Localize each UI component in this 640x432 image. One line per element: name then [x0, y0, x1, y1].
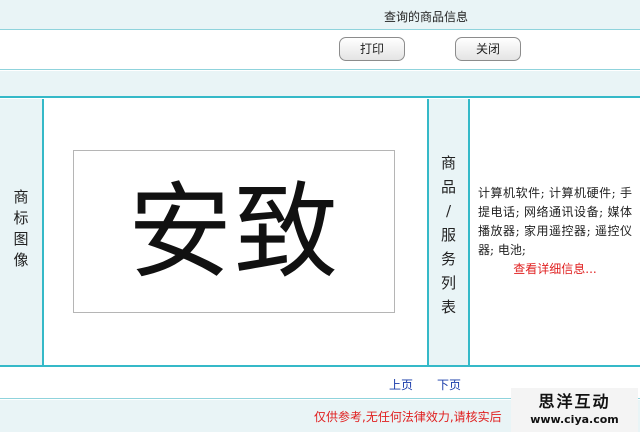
goods-services-list: 计算机软件; 计算机硬件; 手提电话; 网络通讯设备; 媒体播放器; 家用遥控器… — [478, 184, 632, 279]
goods-label-char: 务 — [440, 250, 456, 268]
trademark-image-cell: 安致 — [44, 99, 427, 365]
page-title: 查询的商品信息 — [384, 10, 469, 24]
goods-label-char: / — [445, 202, 452, 220]
disclaimer-text: 仅供参考,无任何法律效力,请核实后 — [314, 410, 502, 424]
trademark-info-table: 商 标 图 像 安致 商 品 / 服 务 列 表 计算机软件; 计算机硬件; 手… — [0, 99, 640, 367]
view-details-link[interactable]: 查看详细信息... — [478, 260, 632, 279]
goods-services-text: 计算机软件; 计算机硬件; 手提电话; 网络通讯设备; 媒体播放器; 家用遥控器… — [478, 186, 632, 257]
toolbar: 打印 关闭 — [0, 30, 640, 70]
trademark-image: 安致 — [73, 150, 395, 313]
goods-services-label: 商 品 / 服 务 列 表 — [429, 151, 468, 319]
trademark-label-char: 标 — [13, 209, 29, 227]
next-page-link[interactable]: 下页 — [437, 376, 461, 393]
trademark-label-char: 商 — [13, 188, 29, 206]
goods-label-char: 表 — [440, 298, 456, 316]
goods-label-char: 商 — [440, 154, 456, 172]
goods-services-label-cell: 商 品 / 服 务 列 表 — [427, 99, 470, 365]
watermark-title: 思洋互动 — [538, 392, 611, 411]
goods-services-cell: 计算机软件; 计算机硬件; 手提电话; 网络通讯设备; 媒体播放器; 家用遥控器… — [470, 99, 640, 365]
trademark-label-char: 图 — [13, 230, 29, 248]
trademark-logo-text: 安致 — [127, 170, 340, 293]
watermark: 思洋互动 www.ciya.com — [511, 388, 638, 432]
goods-label-char: 服 — [440, 226, 456, 244]
spacer-bar — [0, 71, 640, 98]
goods-label-char: 列 — [440, 274, 456, 292]
close-button[interactable]: 关闭 — [455, 37, 521, 61]
watermark-url: www.ciya.com — [530, 413, 619, 426]
title-bar: 查询的商品信息 — [0, 0, 640, 30]
goods-label-char: 品 — [440, 178, 456, 196]
previous-page-link[interactable]: 上页 — [389, 376, 413, 393]
trademark-image-label-cell: 商 标 图 像 — [0, 99, 44, 365]
trademark-image-label: 商 标 图 像 — [0, 187, 42, 271]
print-button[interactable]: 打印 — [339, 37, 405, 61]
trademark-label-char: 像 — [13, 251, 29, 269]
